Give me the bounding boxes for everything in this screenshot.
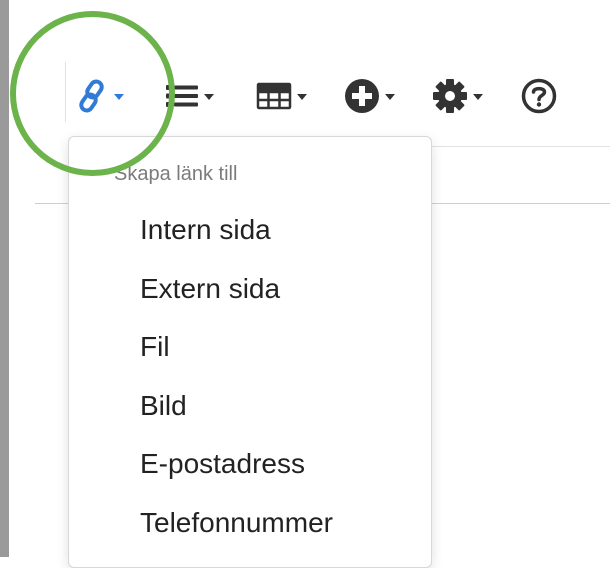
chevron-down-icon xyxy=(204,94,214,100)
toolbar-divider xyxy=(430,146,610,147)
menu-item-telefonnummer[interactable]: Telefonnummer xyxy=(140,507,333,539)
menu-header: Skapa länk till xyxy=(114,163,238,185)
menu-item-intern-sida[interactable]: Intern sida xyxy=(140,214,271,246)
question-circle-icon xyxy=(521,78,557,114)
plus-circle-icon xyxy=(344,78,380,114)
link-dropdown-menu: Skapa länk till Intern sida Extern sida … xyxy=(68,136,432,568)
toolbar-separator xyxy=(65,62,66,122)
list-button[interactable] xyxy=(165,78,214,114)
menu-item-extern-sida[interactable]: Extern sida xyxy=(140,273,280,305)
insert-button[interactable] xyxy=(344,78,395,114)
chevron-down-icon xyxy=(385,94,395,100)
settings-button[interactable] xyxy=(432,78,483,114)
left-edge-strip xyxy=(0,0,9,557)
chevron-down-icon xyxy=(473,94,483,100)
table-icon xyxy=(256,82,292,110)
link-button[interactable] xyxy=(79,78,124,114)
gear-icon xyxy=(432,78,468,114)
menu-item-bild[interactable]: Bild xyxy=(140,390,187,422)
link-icon xyxy=(79,79,109,113)
table-button[interactable] xyxy=(256,78,307,114)
menu-item-e-postadress[interactable]: E-postadress xyxy=(140,448,305,480)
list-icon xyxy=(165,83,199,109)
menu-item-fil[interactable]: Fil xyxy=(140,331,170,363)
help-button[interactable] xyxy=(521,78,557,114)
chevron-down-icon xyxy=(297,94,307,100)
chevron-down-icon xyxy=(114,94,124,100)
